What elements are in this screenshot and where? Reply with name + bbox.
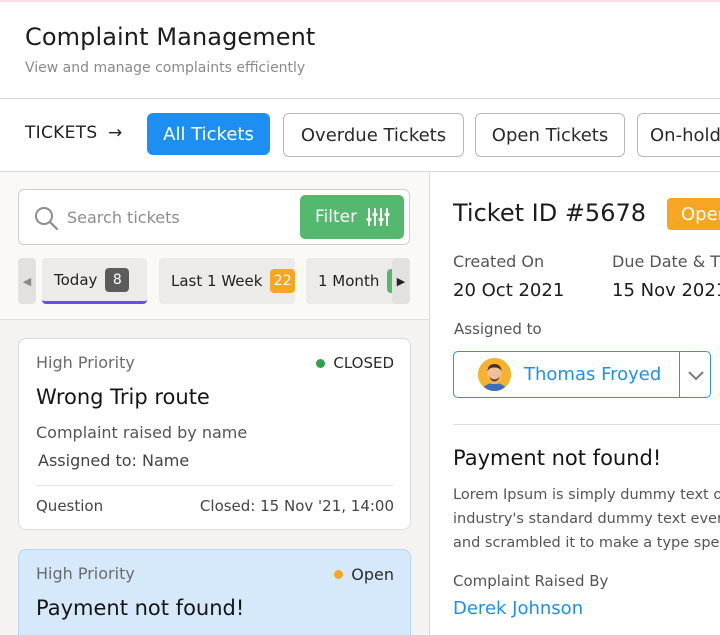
tab-open-tickets[interactable]: Open Tickets	[475, 113, 625, 157]
ticket-assigned-to: Assigned to: Name	[38, 451, 190, 470]
status-dot-icon	[316, 358, 326, 368]
page-subtitle: View and manage complaints efficiently	[25, 60, 306, 76]
ticket-title: Payment not found!	[36, 596, 245, 620]
page-title: Complaint Management	[25, 23, 316, 51]
user-avatar-icon	[478, 358, 511, 391]
page-header: Complaint Management View and manage com…	[0, 2, 720, 98]
period-label: Today	[54, 270, 98, 289]
ticket-card-selected[interactable]: High Priority Open Payment not found!	[18, 549, 411, 635]
status-text: Open	[351, 565, 394, 584]
due-date-label: Due Date & Time	[612, 252, 720, 271]
ticket-closed-time: Closed: 15 Nov '21, 14:00	[199, 497, 394, 515]
chevron-right-icon: ▶	[396, 274, 406, 288]
avatar	[478, 358, 511, 391]
scroll-left-button[interactable]: ◀	[18, 258, 36, 304]
status-badge: CLOSED	[316, 354, 394, 372]
scroll-right-button[interactable]: ▶	[392, 258, 410, 304]
count-badge: 8	[105, 267, 130, 292]
description-line: and scrambled it to make a type specimen…	[453, 535, 720, 551]
search-box: Filter	[18, 189, 410, 245]
search-icon	[35, 207, 59, 231]
period-label: Last 1 Week	[171, 272, 263, 290]
ticket-type: Question	[36, 497, 104, 515]
tab-overdue-tickets[interactable]: Overdue Tickets	[283, 113, 464, 157]
period-last-week[interactable]: Last 1 Week 22	[159, 258, 295, 304]
chevron-left-icon: ◀	[22, 274, 32, 288]
ticket-list-panel: Filter ◀ Today 8	[0, 172, 430, 635]
arrow-right-icon: →	[108, 123, 123, 143]
sliders-icon	[366, 208, 390, 226]
select-divider	[679, 352, 680, 397]
period-1-month[interactable]: 1 Month 3	[306, 258, 396, 304]
tickets-tab-bar: TICKETS → All Tickets Overdue Tickets Op…	[0, 98, 720, 172]
assignee-name: Thomas Froyed	[524, 364, 662, 385]
tab-on-hold-tickets[interactable]: On-hold Tickets	[637, 113, 720, 157]
ticket-list-toolbar: Filter ◀ Today 8	[0, 172, 429, 320]
ticket-title: Wrong Trip route	[36, 385, 210, 409]
created-on-value: 20 Oct 2021	[453, 280, 565, 301]
ticket-detail-panel: Ticket ID #5678 Open Created On 20 Oct 2…	[431, 172, 720, 635]
assigned-to-label: Assigned to	[454, 320, 542, 338]
status-text: CLOSED	[333, 354, 394, 372]
status-badge: Open	[667, 198, 720, 230]
raised-by-link[interactable]: Derek Johnson	[453, 598, 583, 619]
ticket-raised-by: Complaint raised by name	[36, 423, 248, 442]
status-badge: Open	[334, 565, 394, 584]
detail-divider	[453, 424, 720, 425]
search-input[interactable]	[67, 204, 287, 230]
period-label: 1 Month	[318, 272, 380, 290]
created-on-label: Created On	[453, 252, 545, 271]
count-badge: 22	[270, 269, 295, 293]
chevron-down-icon[interactable]	[684, 364, 708, 386]
priority-label: High Priority	[36, 353, 135, 372]
tab-all-tickets[interactable]: All Tickets	[147, 113, 270, 155]
ticket-id: Ticket ID #5678	[453, 199, 647, 227]
description-line: Lorem Ipsum is simply dummy text of the …	[453, 487, 720, 503]
tickets-label: TICKETS	[25, 123, 98, 143]
description-line: industry's standard dummy text ever sinc…	[453, 511, 720, 527]
due-date-value: 15 Nov 2021, 14:00	[612, 280, 720, 301]
filter-label: Filter	[315, 207, 358, 227]
period-today[interactable]: Today 8	[42, 258, 147, 304]
raised-by-label: Complaint Raised By	[453, 572, 609, 590]
priority-label: High Priority	[36, 564, 135, 583]
status-dot-icon	[334, 570, 344, 579]
filter-button[interactable]: Filter	[300, 195, 404, 239]
period-filter-row: ◀ Today 8 Last 1 Week 22 1 Month 3 ▶	[18, 258, 410, 304]
card-divider	[36, 485, 393, 486]
ticket-card[interactable]: High Priority CLOSED Wrong Trip route Co…	[18, 338, 411, 530]
complaint-description: Lorem Ipsum is simply dummy text of the …	[453, 483, 720, 555]
assignee-select[interactable]: Thomas Froyed	[453, 351, 711, 398]
complaint-title: Payment not found!	[453, 446, 662, 470]
